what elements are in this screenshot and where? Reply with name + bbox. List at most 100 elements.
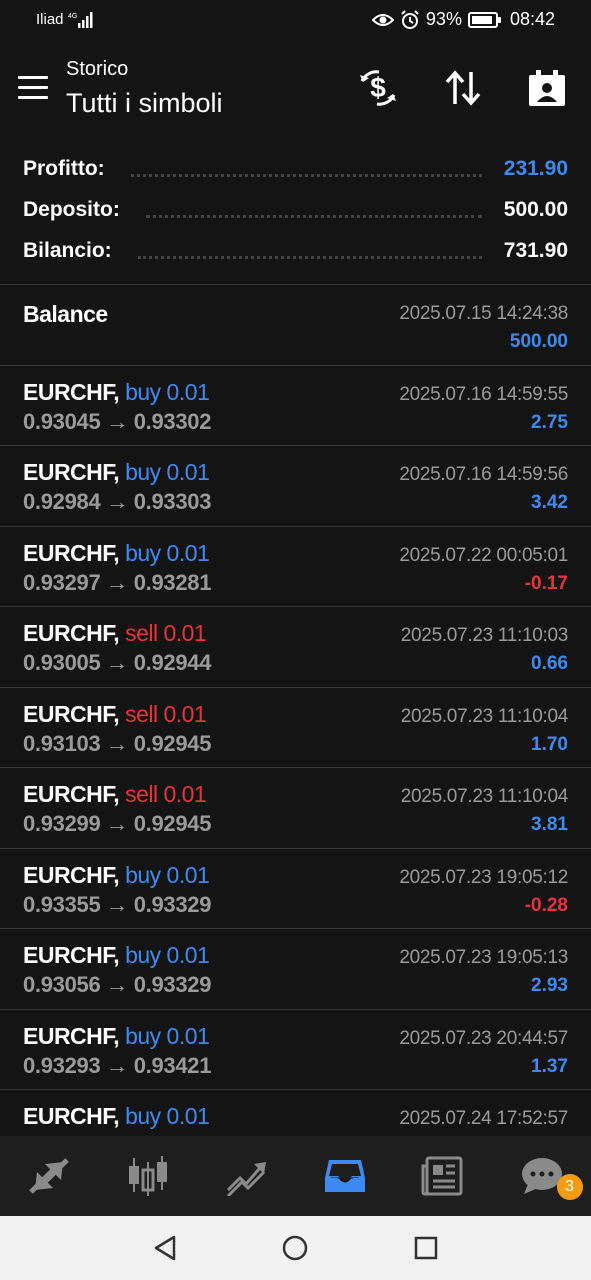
deal-profit: 3.42 [531,492,568,513]
deal-side: buy 0.01 [125,539,210,566]
tab-chart[interactable] [99,1136,198,1216]
deal-prices: 0.93293 → 0.93421 [23,1052,212,1078]
deal-symbol: EURCHF, buy 0.01 [23,861,210,889]
deal-row[interactable]: EURCHF, buy 0.01 0.93045 → 0.93302 2025.07… [0,364,591,446]
deal-symbol: EURCHF, sell 0.01 [23,620,207,647]
page-title[interactable]: Tutti i simboli [66,88,223,119]
eye-icon [371,13,394,26]
tab-trade[interactable] [197,1136,296,1216]
deal-prices: 0.92984 → 0.93303 [23,489,212,514]
deal-symbol: EURCHF, buy 0.01 [23,1103,210,1130]
sort-icon[interactable] [441,66,485,110]
tab-history[interactable] [296,1136,395,1216]
app-bar: Storico Tutti i simboli $ [0,40,591,140]
symbol-name: EURCHF, [23,539,120,566]
symbol-name: EURCHF, [23,459,120,485]
alarm-icon [401,9,419,29]
tab-quotes[interactable] [0,1136,99,1216]
deal-prices: 0.93005 → 0.92944 [23,650,212,675]
deal-row[interactable]: EURCHF, buy 0.01 0.93293 → 0.93421 2025.07… [0,1008,591,1090]
recents-icon [414,1236,438,1260]
tab-messages[interactable]: 3 [493,1136,591,1216]
deal-row[interactable]: EURCHF, sell 0.01 0.93005 → 0.92944 2025.0… [0,606,591,687]
deal-row[interactable]: EURCHF, buy 0.01 0.93355 → 0.93329 2025.07… [0,847,591,929]
deal-row[interactable]: EURCHF, sell 0.01 0.93103 → 0.92945 2025.0… [0,686,591,768]
deposit-value: 500.00 [503,197,568,221]
symbol-name: EURCHF, [23,861,120,888]
menu-icon[interactable] [18,76,48,100]
symbol-name: EURCHF, [23,700,120,727]
summary-profit: Profitto: 231.90 [0,148,591,189]
deal-profit: -0.28 [524,894,568,916]
network-type: 4G [68,13,77,20]
messages-badge: 3 [556,1174,583,1200]
divider [145,208,482,218]
battery-percent: 93% [425,9,462,29]
deal-side: buy 0.01 [125,1022,210,1049]
back-icon [154,1235,176,1261]
deal-side: sell 0.01 [125,620,207,646]
deal-profit: 1.37 [531,1055,568,1077]
deal-row[interactable]: EURCHF, buy 0.01 0.93297 → 0.93281 2025.07… [0,525,591,607]
symbol-name: EURCHF, [23,378,120,405]
trade-icon [227,1162,267,1196]
deal-profit: 1.70 [531,733,568,755]
back-button[interactable] [135,1223,195,1273]
carrier-name: Iliad [36,11,64,28]
deal-side: buy 0.01 [125,378,210,405]
symbol-name: EURCHF, [23,942,120,968]
divider [130,167,482,177]
deal-symbol: EURCHF, buy 0.01 [23,1022,210,1050]
history-list[interactable]: Balance 2025.07.15 14:24:38 500.00 EURCH… [0,284,591,1136]
quotes-icon [29,1158,70,1194]
balance-value: 731.90 [503,238,568,262]
symbol-name: EURCHF, [23,1022,120,1049]
home-button[interactable] [265,1223,325,1273]
deal-time: 2025.07.22 00:05:01 [399,544,568,566]
deal-row[interactable]: EURCHF, buy 0.01 0.93056 → 0.93329 2025.07… [0,928,591,1009]
summary-balance: Bilancio: 731.90 [0,230,591,271]
news-icon [421,1156,463,1196]
symbol-name: EURCHF, [23,1103,120,1129]
deal-time: 2025.07.23 11:10:04 [400,786,569,807]
deal-prices: 0.93355 → 0.93329 [23,891,212,917]
deal-symbol: EURCHF, buy 0.01 [23,539,210,567]
tab-news[interactable] [394,1136,493,1216]
deal-side: sell 0.01 [125,781,207,807]
clock: 08:42 [509,9,555,29]
divider [137,249,482,259]
profit-value: 231.90 [503,156,568,180]
calendar-icon[interactable] [525,66,569,110]
balance-entry[interactable]: Balance 2025.07.15 14:24:38 500.00 [0,284,591,365]
deal-time: 2025.07.16 14:59:56 [399,464,568,485]
deal-side: sell 0.01 [125,700,207,727]
deal-time: 2025.07.16 14:59:55 [399,383,568,405]
deal-profit: 2.75 [531,411,568,433]
symbol-name: EURCHF, [23,781,120,807]
deal-side: buy 0.01 [125,459,210,485]
deal-symbol: EURCHF, sell 0.01 [23,700,207,728]
deal-profit: -0.17 [524,572,568,594]
home-icon [283,1235,308,1261]
deal-time: 2025.07.23 11:10:03 [400,625,569,646]
currency-exchange-icon[interactable]: $ [356,66,400,110]
deal-profit: 0.66 [531,653,568,674]
deal-prices: 0.93045 → 0.93302 [23,408,212,434]
deal-symbol: EURCHF, buy 0.01 [23,942,210,969]
entry-amount: 500.00 [509,331,568,352]
deposit-label: Deposito: [23,197,120,221]
page-subtitle: Storico [66,58,129,80]
symbol-name: EURCHF, [23,620,120,646]
recents-button[interactable] [396,1223,456,1273]
deal-row[interactable]: EURCHF, buy 0.01 2025.07.24 17:52:57 [0,1089,591,1136]
deal-side: buy 0.01 [125,1103,210,1129]
deal-row[interactable]: EURCHF, sell 0.01 0.93299 → 0.92945 2025.0… [0,767,591,848]
deal-profit: 2.93 [531,975,568,996]
status-bar: Iliad 4G 93% 08:42 [0,0,591,40]
deal-prices: 0.93103 → 0.92945 [23,730,212,756]
deal-symbol: EURCHF, buy 0.01 [23,378,210,406]
deal-time: 2025.07.23 11:10:04 [400,705,569,727]
deal-row[interactable]: EURCHF, buy 0.01 0.92984 → 0.93303 2025.07… [0,445,591,526]
balance-label: Bilancio: [23,238,112,262]
deal-side: buy 0.01 [125,861,210,888]
